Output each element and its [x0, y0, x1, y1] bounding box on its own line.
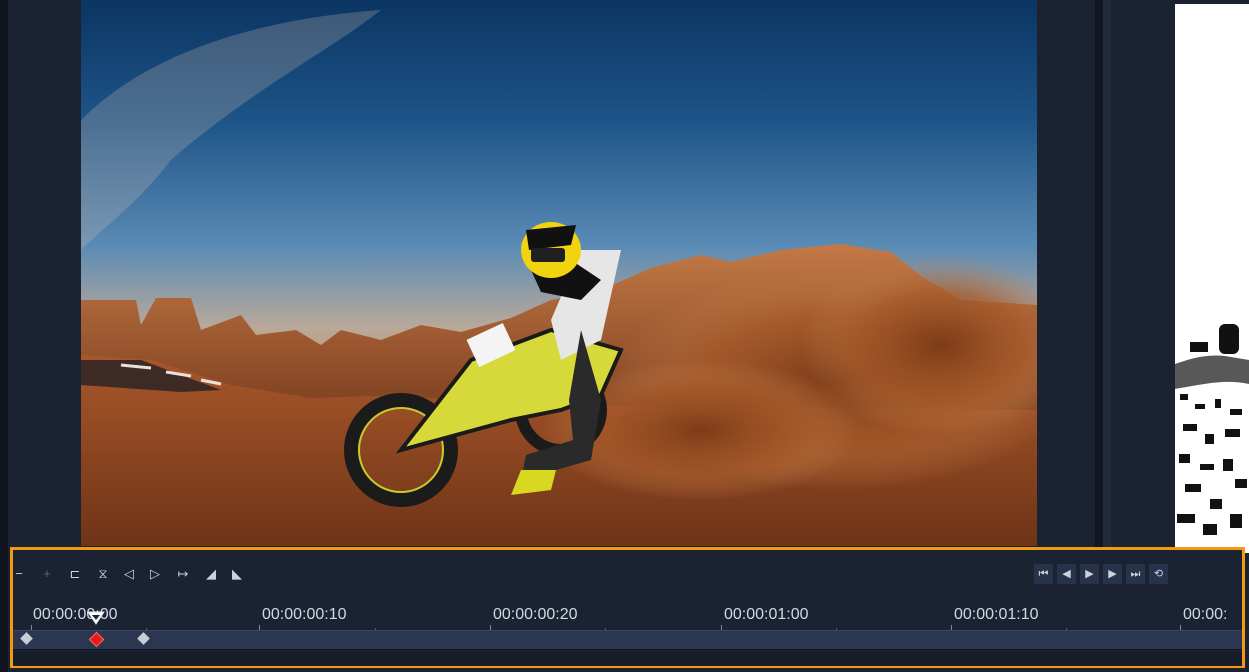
play-button[interactable]: ▶ [1080, 564, 1099, 584]
keyframe-toolbar: − + ⊏ ⧖ ◁ ▷ ↦ ◢ ◣ ⏮ ◀ ▶ ▶ ⏭ ⟲ [13, 564, 1242, 588]
keyframe-timeline-panel: − + ⊏ ⧖ ◁ ▷ ↦ ◢ ◣ ⏮ ◀ ▶ ▶ ⏭ ⟲ 00:00:00:0… [10, 547, 1245, 668]
playhead-icon[interactable] [87, 611, 105, 625]
previous-keyframe-icon[interactable]: ◁ [119, 564, 139, 584]
repeat-button[interactable]: ⟲ [1149, 564, 1168, 584]
mask-image [1175, 324, 1249, 553]
ruler-label: 00:00:00:10 [262, 606, 347, 623]
ruler-label: 00:00: [1183, 606, 1228, 623]
timeline-footer [13, 652, 1242, 666]
go-to-start-button[interactable]: ⏮ [1034, 564, 1053, 584]
ruler-label: 00:00:00:20 [493, 606, 578, 623]
keyframe-track[interactable] [13, 630, 1242, 650]
timeline-ruler[interactable]: 00:00:00:00 00:00:00:10 00:00:00:20 00:0… [13, 606, 1242, 632]
video-preview [81, 0, 1037, 546]
panel-divider [1103, 0, 1111, 553]
panel-splitter[interactable] [1095, 0, 1103, 553]
ruler-label: 00:00:01:10 [954, 606, 1039, 623]
add-keyframe-icon[interactable]: + [37, 564, 57, 584]
fade-out-icon[interactable]: ◣ [227, 564, 247, 584]
step-forward-button[interactable]: ▶ [1103, 564, 1122, 584]
preview-panel [8, 0, 1095, 553]
fade-in-icon[interactable]: ◢ [201, 564, 221, 584]
copy-keyframe-icon[interactable]: ↦ [173, 564, 193, 584]
step-back-button[interactable]: ◀ [1057, 564, 1076, 584]
minus-icon[interactable]: − [9, 564, 29, 584]
remove-keyframe-icon[interactable]: ⊏ [65, 564, 85, 584]
preview-image [81, 10, 1037, 546]
ruler-label: 00:00:01:00 [724, 606, 809, 623]
reverse-keyframes-icon[interactable]: ⧖ [93, 564, 113, 584]
mask-preview [1175, 4, 1249, 553]
go-to-end-button[interactable]: ⏭ [1126, 564, 1145, 584]
left-edge [0, 0, 8, 672]
next-keyframe-icon[interactable]: ▷ [145, 564, 165, 584]
